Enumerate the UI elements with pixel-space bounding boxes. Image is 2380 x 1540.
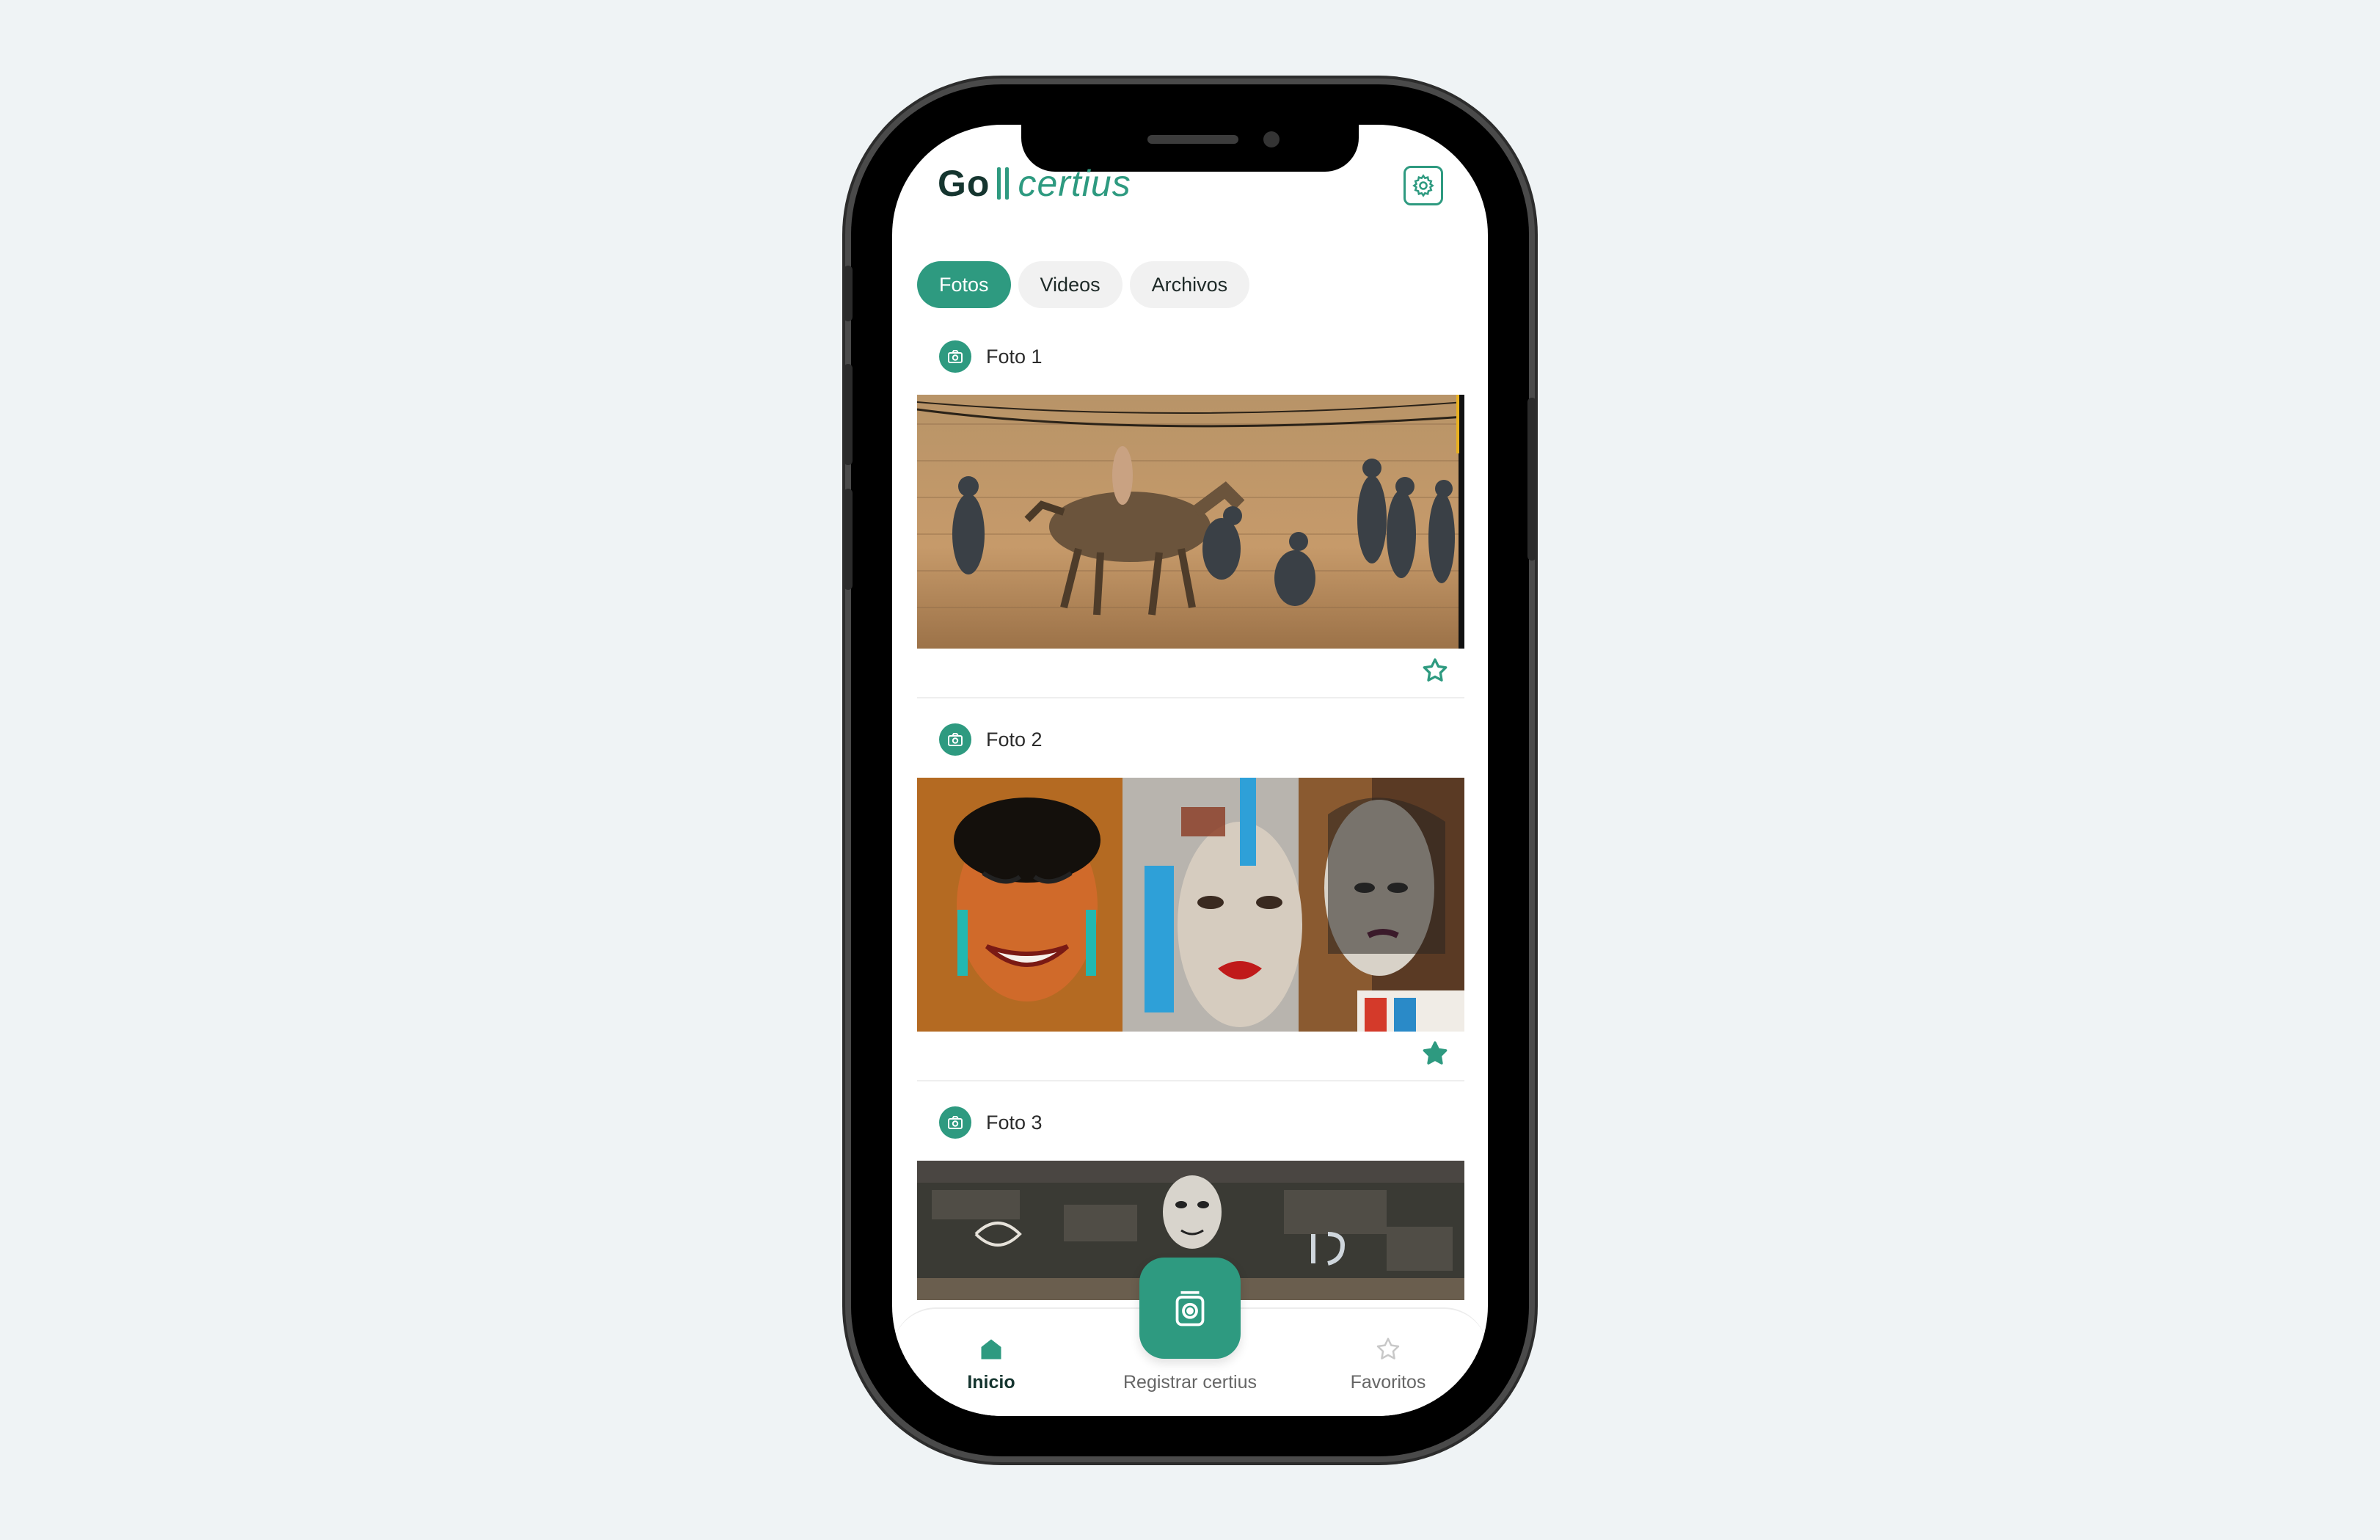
photo-title: Foto 1 (986, 345, 1043, 368)
nav-item-registrar-certius[interactable]: Registrar certius (1102, 1353, 1278, 1393)
phone-power-button (1527, 398, 1536, 561)
app-logo: Go certius (938, 161, 1131, 205)
photo-card[interactable]: Foto 1 (917, 340, 1464, 700)
settings-button[interactable] (1403, 166, 1443, 205)
nav-label: Inicio (967, 1372, 1015, 1393)
card-divider (917, 1080, 1464, 1081)
nav-label: Favoritos (1350, 1372, 1426, 1393)
logo-go-text: Go (938, 163, 990, 204)
photo-card[interactable]: Foto 2 (917, 723, 1464, 1083)
camera-badge-icon (939, 1106, 971, 1139)
media-tabs: Fotos Videos Archivos (917, 261, 1250, 308)
home-icon (981, 1339, 1001, 1360)
photo-image-mural-horse[interactable] (917, 395, 1464, 649)
tab-fotos[interactable]: Fotos (917, 261, 1011, 308)
phone-volume-up (844, 364, 853, 465)
phone-silent-switch (844, 266, 853, 321)
favorite-star-filled-icon[interactable] (1420, 1039, 1450, 1068)
logo-divider (997, 167, 1010, 200)
photo-card-header: Foto 2 (939, 723, 1043, 756)
front-camera (1263, 131, 1280, 147)
photo-title: Foto 3 (986, 1111, 1043, 1134)
card-divider (917, 697, 1464, 698)
favorite-star-outline-icon[interactable] (1420, 656, 1450, 685)
nav-item-favoritos[interactable]: Favoritos (1300, 1331, 1476, 1393)
camera-badge-icon (939, 723, 971, 756)
tab-videos[interactable]: Videos (1018, 261, 1123, 308)
gear-icon (1412, 174, 1434, 197)
photo-card-header: Foto 1 (939, 340, 1043, 373)
nav-label: Registrar certius (1123, 1372, 1257, 1393)
speaker-grille (1147, 135, 1238, 144)
nav-item-inicio[interactable]: Inicio (903, 1331, 1079, 1393)
photo-card-header: Foto 3 (939, 1106, 1043, 1139)
logo-certius-text: certius (1018, 163, 1131, 204)
photo-title: Foto 2 (986, 728, 1043, 751)
photo-image-mural-faces[interactable] (917, 778, 1464, 1032)
camera-badge-icon (939, 340, 971, 373)
tab-archivos[interactable]: Archivos (1129, 261, 1250, 308)
app-screen: Go certius Fotos Videos Archivos Foto 1 (892, 125, 1488, 1416)
phone-volume-down (844, 489, 853, 590)
star-outline-icon (1376, 1338, 1400, 1360)
camera-capture-icon (1175, 1291, 1205, 1326)
register-certius-button[interactable] (1139, 1258, 1241, 1359)
